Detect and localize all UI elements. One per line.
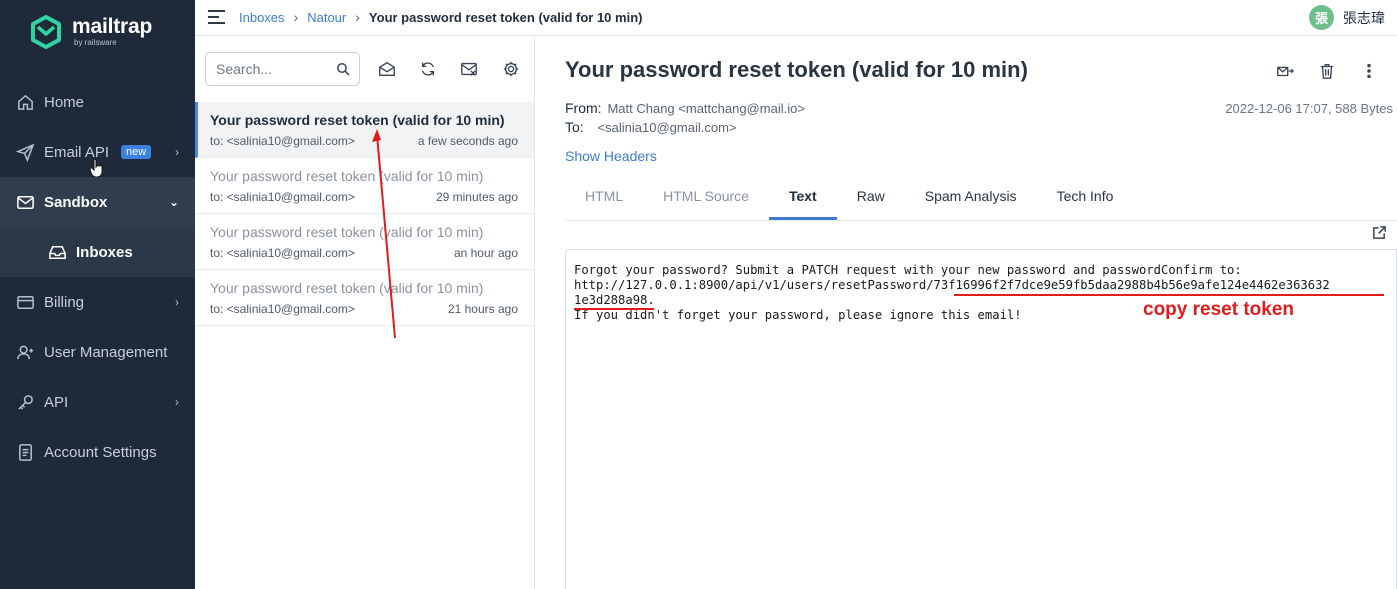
to-label: To: [565,119,584,135]
nav-home-label: Home [44,93,85,111]
tab-raw[interactable]: Raw [837,179,905,220]
open-external-icon[interactable] [1372,225,1388,241]
nav-billing-label: Billing [44,293,85,311]
chevron-down-icon: ⌄ [168,195,179,209]
breadcrumb: Inboxes › Natour › Your password reset t… [239,9,642,25]
nav-user-management[interactable]: User Management [0,327,195,377]
search-input[interactable] [216,61,326,77]
user-icon [15,342,35,362]
message-view: Your password reset token (valid for 10 … [535,37,1397,589]
nav-user-management-label: User Management [44,343,168,361]
sandbox-mail-icon [15,192,35,212]
menu-toggle-icon[interactable] [208,10,225,24]
to-line: To: <salinia10@gmail.com> [565,119,737,135]
forward-email-icon[interactable] [1275,61,1295,81]
sidebar: mailtrap by railsware Home Email API new… [0,0,195,589]
show-headers-link[interactable]: Show Headers [565,148,657,164]
user-name: 張志瑋 [1343,9,1385,26]
breadcrumb-inboxes[interactable]: Inboxes [239,10,285,25]
settings-gear-icon[interactable] [501,59,521,79]
mark-read-icon[interactable] [377,59,397,79]
tabs-divider [565,220,1397,221]
breadcrumb-natour[interactable]: Natour [307,10,346,25]
token-underline [574,308,654,310]
document-icon [15,442,35,462]
new-badge: new [121,145,152,159]
nav-api[interactable]: API › [0,377,195,427]
logo-subtitle: by railsware [74,38,117,47]
body-line: http://127.0.0.1:8900/api/v1/users/reset… [574,278,1330,292]
message-time: a few seconds ago [417,134,518,148]
chevron-right-icon: › [175,395,179,409]
tab-text[interactable]: Text [768,179,837,220]
cursor-hand-icon [89,158,103,178]
message-subject: Your password reset token (valid for 10 … [210,224,484,240]
annotation-label: copy reset token [1143,299,1294,320]
search-box [205,52,360,86]
chevron-right-icon: › [175,145,179,159]
message-date-size: 2022-12-06 17:07, 588 Bytes [1225,101,1393,116]
nav-email-api[interactable]: Email API new › [0,127,195,178]
mailtrap-logo-icon [31,15,61,49]
trash-icon[interactable] [1317,61,1337,81]
user-menu[interactable]: 張 張志瑋 [1309,5,1385,30]
logo-name: mailtrap [72,15,153,38]
top-bar: Inboxes › Natour › Your password reset t… [195,0,1397,36]
message-recipient: to: <salinia10@gmail.com> [210,246,355,260]
message-tabs: HTML HTML Source Text Raw Spam Analysis … [565,179,1133,220]
nav-sandbox[interactable]: Sandbox ⌄ [0,177,195,227]
search-icon[interactable] [336,62,350,76]
nav-sandbox-label: Sandbox [44,193,108,211]
annotation-arrow [372,129,396,339]
refresh-icon[interactable] [418,59,438,79]
message-subject: Your password reset token (valid for 10 … [210,280,484,296]
home-icon [15,92,35,112]
nav-account-settings-label: Account Settings [44,443,157,461]
from-label: From: [565,100,602,116]
clear-inbox-icon[interactable] [459,59,479,79]
token-underline [954,294,1384,296]
message-recipient: to: <salinia10@gmail.com> [210,190,355,204]
more-options-icon[interactable] [1359,61,1379,81]
inbox-icon [47,242,67,262]
message-recipient: to: <salinia10@gmail.com> [210,302,355,316]
tab-html-source[interactable]: HTML Source [643,179,769,220]
chevron-right-icon: › [175,295,179,309]
body-line: Forgot your password? Submit a PATCH req… [574,263,1242,277]
nav-home[interactable]: Home [0,77,195,127]
from-address: Matt Chang <mattchang@mail.io> [607,101,805,116]
message-time: an hour ago [453,246,518,260]
billing-card-icon [15,292,35,312]
nav-billing[interactable]: Billing › [0,277,195,327]
message-title: Your password reset token (valid for 10 … [565,57,1028,82]
message-time: 21 hours ago [447,302,518,316]
message-recipient: to: <salinia10@gmail.com> [210,134,355,148]
tab-spam-analysis[interactable]: Spam Analysis [905,179,1037,220]
message-subject: Your password reset token (valid for 10 … [210,168,484,184]
tab-tech-info[interactable]: Tech Info [1037,179,1134,220]
key-icon [15,392,35,412]
breadcrumb-separator: › [293,9,299,25]
avatar: 張 [1309,5,1334,30]
from-line: From: Matt Chang <mattchang@mail.io> [565,100,805,116]
message-time: 29 minutes ago [435,190,518,204]
tab-html[interactable]: HTML [565,179,643,220]
nav-inboxes[interactable]: Inboxes [0,227,195,277]
nav-account-settings[interactable]: Account Settings [0,427,195,477]
send-icon [15,142,35,162]
mailtrap-logo[interactable]: mailtrap by railsware [28,14,152,50]
message-body: Forgot your password? Submit a PATCH req… [565,249,1397,589]
message-subject: Your password reset token (valid for 10 … [210,112,505,128]
to-address: <salinia10@gmail.com> [597,120,737,135]
breadcrumb-separator: › [355,9,360,25]
breadcrumb-current: Your password reset token (valid for 10 … [368,9,643,25]
nav-inboxes-label: Inboxes [76,243,133,261]
nav-api-label: API [44,393,69,411]
